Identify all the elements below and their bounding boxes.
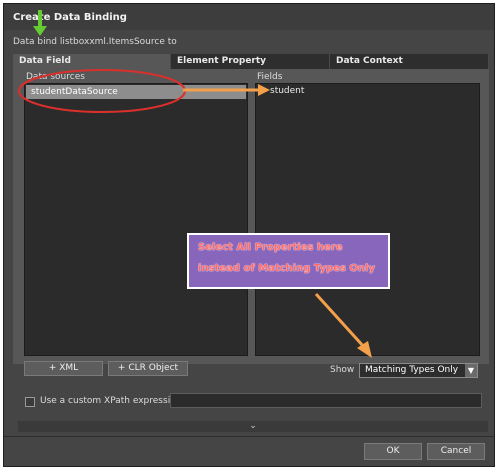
data-field-panel: Data sources studentDataSource Fields st…	[13, 69, 489, 364]
fields-label: Fields	[257, 72, 283, 82]
show-label: Show	[330, 365, 355, 375]
annotation-line-1: Select All Properties here	[198, 242, 343, 253]
data-sources-label: Data sources	[26, 72, 85, 82]
custom-xpath-label: Use a custom XPath expression	[40, 396, 182, 406]
tab-data-context[interactable]: Data Context	[330, 54, 489, 69]
tab-strip: Data Field Element Property Data Context	[13, 54, 489, 69]
ok-button[interactable]: OK	[364, 443, 422, 460]
data-sources-list[interactable]: studentDataSource	[24, 83, 248, 356]
cancel-button[interactable]: Cancel	[427, 443, 485, 460]
custom-xpath-checkbox[interactable]	[25, 397, 35, 407]
fields-list[interactable]: student	[255, 83, 480, 356]
add-clr-object-button[interactable]: + CLR Object	[108, 361, 188, 376]
dropdown-arrow-icon[interactable]: ▼	[465, 364, 477, 377]
dialog-title: Create Data Binding	[13, 12, 127, 23]
show-type-value: Matching Types Only	[365, 365, 459, 375]
tab-element-property[interactable]: Element Property	[171, 54, 330, 69]
annotation-line-2: instead of Matching Types Only	[198, 263, 375, 274]
add-xml-button[interactable]: + XML	[24, 361, 103, 376]
list-item-data-source[interactable]: studentDataSource	[26, 85, 246, 99]
dialog-subtitle: Data bind listboxxml.ItemsSource to	[13, 37, 177, 47]
dialog-titlebar: Create Data Binding	[4, 4, 494, 30]
chevron-down-icon[interactable]: ⌄	[18, 421, 488, 432]
annotation-callout: Select All Properties here instead of Ma…	[187, 233, 390, 289]
tab-data-field[interactable]: Data Field	[13, 54, 171, 69]
list-item-field[interactable]: student	[270, 86, 304, 96]
footer-divider	[4, 436, 494, 437]
show-type-select[interactable]: Matching Types Only ▼	[359, 363, 478, 378]
xpath-expression-input[interactable]	[170, 393, 482, 408]
